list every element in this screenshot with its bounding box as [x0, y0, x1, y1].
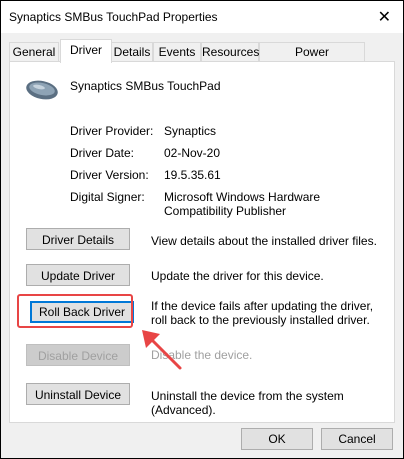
driver-details-button[interactable]: Driver Details — [26, 228, 130, 250]
roll-back-driver-description: If the device fails after updating the d… — [151, 299, 374, 327]
window-title: Synaptics SMBus TouchPad Properties — [9, 10, 218, 24]
annotation-arrow-icon — [142, 330, 182, 370]
tab-driver[interactable]: Driver — [60, 39, 112, 63]
ok-button[interactable]: OK — [241, 428, 313, 450]
uninstall-device-description: Uninstall the device from the system (Ad… — [151, 389, 344, 417]
tab-resources[interactable]: Resources — [201, 42, 259, 62]
tab-power-management[interactable]: Power Management — [259, 42, 365, 78]
device-name: Synaptics SMBus TouchPad — [70, 79, 221, 93]
driver-details-description: View details about the installed driver … — [151, 234, 377, 248]
cancel-button[interactable]: Cancel — [321, 428, 393, 450]
driver-tab-panel: Synaptics SMBus TouchPad Driver Provider… — [9, 61, 395, 423]
touchpad-icon — [24, 78, 60, 105]
title-bar: Synaptics SMBus TouchPad Properties ✕ — [1, 1, 403, 33]
close-icon[interactable]: ✕ — [378, 7, 391, 27]
uninstall-device-button[interactable]: Uninstall Device — [26, 383, 130, 405]
tab-general[interactable]: General — [9, 42, 59, 62]
tab-details[interactable]: Details — [111, 42, 153, 62]
driver-provider-value: Synaptics — [164, 124, 217, 138]
digital-signer-label: Digital Signer: — [70, 190, 145, 204]
driver-date-value: 02-Nov-20 — [164, 146, 221, 160]
tab-events[interactable]: Events — [153, 42, 201, 62]
digital-signer-value: Microsoft Windows Hardware Compatibility… — [164, 190, 321, 218]
update-driver-button[interactable]: Update Driver — [26, 264, 130, 286]
properties-dialog: Synaptics SMBus TouchPad Properties ✕ Ge… — [0, 0, 404, 459]
driver-version-label: Driver Version: — [70, 168, 149, 182]
driver-version-value: 19.5.35.61 — [164, 168, 221, 182]
driver-provider-label: Driver Provider: — [70, 124, 154, 138]
disable-device-button[interactable]: Disable Device — [26, 344, 130, 366]
driver-date-label: Driver Date: — [70, 146, 135, 160]
roll-back-highlight-box — [17, 294, 133, 328]
update-driver-description: Update the driver for this device. — [151, 269, 324, 283]
